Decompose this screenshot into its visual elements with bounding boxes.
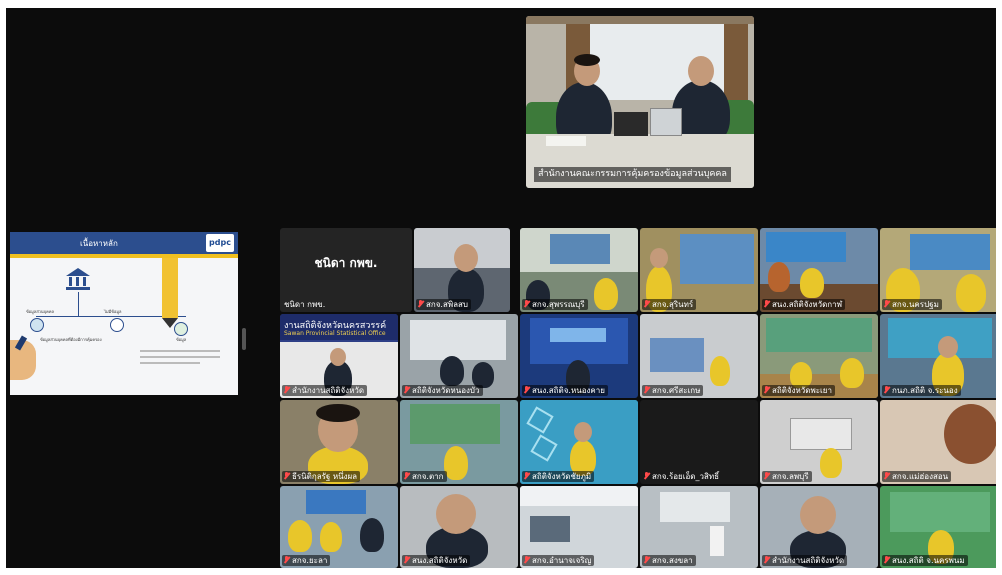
slide-label-1: ข้อมูลส่วนบุคคล xyxy=(26,309,54,314)
participant-tile[interactable]: สกจ.ยะลา xyxy=(280,486,398,568)
participant-name: สกจ.ศรีสะเกษ xyxy=(652,386,701,395)
participant-grid: ชนิดา กพข. ชนิดา กพข. สกจ.สพิลสบ สกจ.สุพ… xyxy=(280,228,996,568)
participant-name: สกจ.สุพรรณบุรี xyxy=(532,300,585,309)
participant-name: สนง.สถิติ จ.นครพนม xyxy=(892,556,965,565)
participant-tile[interactable]: สกจ.ร้อยเอ็ด_วสิทธิ์ xyxy=(640,400,758,484)
slide-note: ข้อมูลส่วนบุคคลที่ต้องมีการคุ้มครอง xyxy=(40,337,102,342)
participant-tile[interactable]: สกจ.อำนาจเจริญ xyxy=(520,486,638,568)
participant-tile[interactable]: สกจ.สุรินทร์ xyxy=(640,228,758,312)
muted-mic-icon xyxy=(524,556,529,564)
muted-mic-icon xyxy=(524,300,529,308)
participant-tile[interactable]: สถิติจังหวัดพะเยา xyxy=(760,314,878,398)
muted-mic-icon xyxy=(644,386,649,394)
muted-mic-icon xyxy=(884,472,889,480)
participant-tile[interactable]: สกจ.สพิลสบ xyxy=(414,228,510,312)
muted-mic-icon xyxy=(404,386,409,394)
participant-tile[interactable]: สถิติจังหวัดหนองบัว xyxy=(400,314,518,398)
participant-tile[interactable]: สนง.สถิติจังหวัดกาฬ xyxy=(760,228,878,312)
participant-name: สนง.สถิติจังหวัด xyxy=(412,556,468,565)
participant-tile[interactable]: สนง.สถิติ จ.นครพนม xyxy=(880,486,996,568)
participant-tile[interactable]: สกจ.นครปฐม xyxy=(880,228,996,312)
slide-label-3: ข้อมูล xyxy=(176,337,187,342)
participant-avatar-text: ชนิดา กพข. xyxy=(314,256,378,270)
participant-name: สกจ.สงขลา xyxy=(652,556,693,565)
shared-presentation-slide[interactable]: เนื้อหาหลัก pdpc ข้อมูลส่วนบุคคล ไม่มีข้… xyxy=(10,232,238,395)
participant-name: สกจ.สพิลสบ xyxy=(426,300,468,309)
muted-mic-icon xyxy=(524,472,529,480)
muted-mic-icon xyxy=(404,556,409,564)
pdpc-logo: pdpc xyxy=(206,234,234,252)
muted-mic-icon xyxy=(884,300,889,308)
muted-mic-icon xyxy=(404,472,409,480)
participant-name: ธีรนิติกุลรัฐ หนึ่งผล xyxy=(292,472,358,481)
participant-name: สกจ.สุรินทร์ xyxy=(652,300,694,309)
muted-mic-icon xyxy=(644,472,649,480)
muted-mic-icon xyxy=(284,472,289,480)
participant-tile[interactable]: กนภ.สถิติ จ.ระนอง xyxy=(880,314,996,398)
participant-tile[interactable]: สกจ.ลพบุรี xyxy=(760,400,878,484)
participant-tile[interactable]: สกจ.สงขลา xyxy=(640,486,758,568)
participant-tile[interactable]: ธีรนิติกุลรัฐ หนึ่งผล xyxy=(280,400,398,484)
participant-name: สนง.สถิติจ.หนองคาย xyxy=(532,386,605,395)
participant-tile[interactable]: สนง.สถิติจังหวัด xyxy=(400,486,518,568)
participant-tile[interactable]: สถิติจังหวัดชัยภูมิ xyxy=(520,400,638,484)
participant-tile[interactable]: ชนิดา กพข. ชนิดา กพข. xyxy=(280,228,412,312)
panel-resize-handle[interactable] xyxy=(242,328,246,350)
bank-icon xyxy=(66,268,90,290)
participant-tile[interactable]: สกจ.สุพรรณบุรี xyxy=(520,228,638,312)
participant-tile[interactable]: สำนักงานสถิติจังหวัด xyxy=(760,486,878,568)
participant-name: สำนักงานสถิติจังหวัด xyxy=(772,556,845,565)
muted-mic-icon xyxy=(644,556,649,564)
muted-mic-icon xyxy=(884,386,889,394)
muted-mic-icon xyxy=(644,300,649,308)
participant-name: สกจ.ยะลา xyxy=(292,556,328,565)
participant-name: สนง.สถิติจังหวัดกาฬ xyxy=(772,300,843,309)
hand-illustration xyxy=(10,340,36,380)
participant-name: ชนิดา กพข. xyxy=(284,300,326,309)
main-speaker-video[interactable]: สำนักงานคณะกรรมการคุ้มครองข้อมูลส่วนบุคค… xyxy=(526,16,754,188)
muted-mic-icon xyxy=(764,386,769,394)
muted-mic-icon xyxy=(764,556,769,564)
participant-tile[interactable]: สนง.สถิติจ.หนองคาย xyxy=(520,314,638,398)
participant-name: สกจ.ร้อยเอ็ด_วสิทธิ์ xyxy=(652,472,720,481)
participant-name: สกจ.แม่ฮ่องสอน xyxy=(892,472,949,481)
participant-name: สำนักงานสถิติจังหวัด xyxy=(292,386,365,395)
pen-illustration xyxy=(162,258,178,318)
muted-mic-icon xyxy=(884,556,889,564)
participant-name: กนภ.สถิติ จ.ระนอง xyxy=(892,386,958,395)
participant-tile[interactable]: สกจ.แม่ฮ่องสอน xyxy=(880,400,996,484)
participant-name: สกจ.นครปฐม xyxy=(892,300,939,309)
participant-name: สกจ.อำนาจเจริญ xyxy=(532,556,592,565)
muted-mic-icon xyxy=(284,386,289,394)
participant-name: สกจ.ลพบุรี xyxy=(772,472,809,481)
main-speaker-name: สำนักงานคณะกรรมการคุ้มครองข้อมูลส่วนบุคค… xyxy=(534,167,731,182)
participant-name: สถิติจังหวัดพะเยา xyxy=(772,386,832,395)
slide-header: เนื้อหาหลัก xyxy=(80,239,118,248)
participant-tile[interactable]: สกจ.ตาก xyxy=(400,400,518,484)
participant-name: สถิติจังหวัดหนองบัว xyxy=(412,386,480,395)
participant-name: สถิติจังหวัดชัยภูมิ xyxy=(532,472,592,481)
video-conference-stage: สำนักงานคณะกรรมการคุ้มครองข้อมูลส่วนบุคค… xyxy=(6,8,996,568)
participant-tile[interactable]: สกจ.ศรีสะเกษ xyxy=(640,314,758,398)
muted-mic-icon xyxy=(284,556,289,564)
muted-mic-icon xyxy=(764,472,769,480)
muted-mic-icon xyxy=(764,300,769,308)
muted-mic-icon xyxy=(524,386,529,394)
participant-name: สกจ.ตาก xyxy=(412,472,444,481)
participant-tile[interactable]: งานสถิติจังหวัดนครสวรรค์ Sawan Provincia… xyxy=(280,314,398,398)
slide-label-2: ไม่มีข้อมูล xyxy=(104,309,122,314)
office-banner-subtext: Sawan Provincial Statistical Office xyxy=(284,330,386,337)
muted-mic-icon xyxy=(418,300,423,308)
